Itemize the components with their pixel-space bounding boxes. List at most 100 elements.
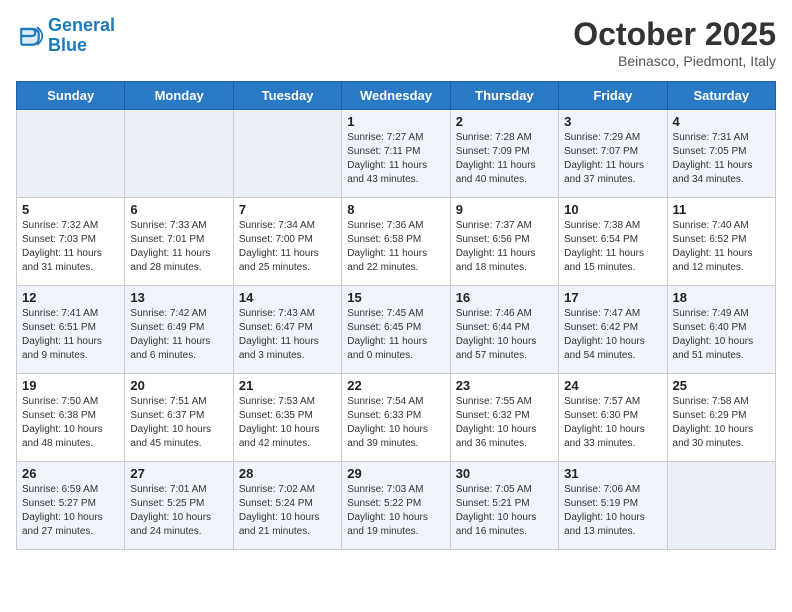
calendar-cell: 1Sunrise: 7:27 AM Sunset: 7:11 PM Daylig… (342, 110, 450, 198)
logo: General Blue (16, 16, 115, 56)
day-number: 27 (130, 466, 227, 481)
calendar-cell: 26 Sunrise: 6:59 AM Sunset: 5:27 PM Dayli… (17, 462, 125, 550)
day-number: 5 (22, 202, 119, 217)
calendar-cell: 8 Sunrise: 7:36 AM Sunset: 6:58 PM Daylig… (342, 198, 450, 286)
day-number: 4 (673, 114, 770, 129)
calendar-cell: 23Sunrise: 7:55 AM Sunset: 6:32 PM Dayli… (450, 374, 558, 462)
day-number: 24 (564, 378, 661, 393)
calendar-cell: 28Sunrise: 7:02 AM Sunset: 5:24 PM Dayli… (233, 462, 341, 550)
calendar-week-row: 12 Sunrise: 7:41 AM Sunset: 6:51 PM Dayli… (17, 286, 776, 374)
calendar-cell: 10Sunrise: 7:38 AM Sunset: 6:54 PM Dayli… (559, 198, 667, 286)
day-number: 19 (22, 378, 119, 393)
calendar-cell: 21 Sunrise: 7:53 AM Sunset: 6:35 PM Dayli… (233, 374, 341, 462)
calendar-cell: 4Sunrise: 7:31 AM Sunset: 7:05 PM Daylig… (667, 110, 775, 198)
day-number: 31 (564, 466, 661, 481)
day-info: Sunrise: 7:34 AM Sunset: 7:00 PM Dayligh… (239, 219, 336, 275)
day-info: Sunrise: 6:59 AM Sunset: 5:27 PM Dayligh… (22, 483, 119, 539)
calendar-cell: 15 Sunrise: 7:45 AM Sunset: 6:45 PM Dayli… (342, 286, 450, 374)
calendar-cell: 31 Sunrise: 7:06 AM Sunset: 5:19 PM Dayli… (559, 462, 667, 550)
day-info: Sunrise: 7:37 AM Sunset: 6:56 PM Dayligh… (456, 219, 553, 275)
page-header: General Blue October 2025 Beinasco, Pied… (16, 16, 776, 69)
day-info: Sunrise: 7:45 AM Sunset: 6:45 PM Dayligh… (347, 307, 444, 363)
calendar-cell: 30 Sunrise: 7:05 AM Sunset: 5:21 PM Dayli… (450, 462, 558, 550)
weekday-header-row: SundayMondayTuesdayWednesdayThursdayFrid… (17, 82, 776, 110)
day-info: Sunrise: 7:42 AM Sunset: 6:49 PM Dayligh… (130, 307, 227, 363)
weekday-header: Thursday (450, 82, 558, 110)
weekday-header: Sunday (17, 82, 125, 110)
month-title: October 2025 (573, 16, 776, 53)
day-info: Sunrise: 7:49 AM Sunset: 6:40 PM Dayligh… (673, 307, 770, 363)
day-info: Sunrise: 7:05 AM Sunset: 5:21 PM Dayligh… (456, 483, 553, 539)
calendar-table: SundayMondayTuesdayWednesdayThursdayFrid… (16, 81, 776, 550)
calendar-cell: 18Sunrise: 7:49 AM Sunset: 6:40 PM Dayli… (667, 286, 775, 374)
day-number: 26 (22, 466, 119, 481)
weekday-header: Wednesday (342, 82, 450, 110)
day-number: 30 (456, 466, 553, 481)
day-info: Sunrise: 7:01 AM Sunset: 5:25 PM Dayligh… (130, 483, 227, 539)
day-info: Sunrise: 7:51 AM Sunset: 6:37 PM Dayligh… (130, 395, 227, 451)
calendar-cell: 6Sunrise: 7:33 AM Sunset: 7:01 PM Daylig… (125, 198, 233, 286)
day-info: Sunrise: 7:27 AM Sunset: 7:11 PM Dayligh… (347, 131, 444, 187)
calendar-cell: 9Sunrise: 7:37 AM Sunset: 6:56 PM Daylig… (450, 198, 558, 286)
location: Beinasco, Piedmont, Italy (573, 53, 776, 69)
day-number: 12 (22, 290, 119, 305)
day-info: Sunrise: 7:40 AM Sunset: 6:52 PM Dayligh… (673, 219, 770, 275)
calendar-cell (233, 110, 341, 198)
day-info: Sunrise: 7:46 AM Sunset: 6:44 PM Dayligh… (456, 307, 553, 363)
day-number: 16 (456, 290, 553, 305)
day-info: Sunrise: 7:53 AM Sunset: 6:35 PM Dayligh… (239, 395, 336, 451)
day-number: 10 (564, 202, 661, 217)
day-info: Sunrise: 7:06 AM Sunset: 5:19 PM Dayligh… (564, 483, 661, 539)
day-number: 8 (347, 202, 444, 217)
calendar-week-row: 5 Sunrise: 7:32 AM Sunset: 7:03 PM Daylig… (17, 198, 776, 286)
calendar-cell: 3 Sunrise: 7:29 AM Sunset: 7:07 PM Daylig… (559, 110, 667, 198)
day-number: 23 (456, 378, 553, 393)
title-block: October 2025 Beinasco, Piedmont, Italy (573, 16, 776, 69)
calendar-cell: 11 Sunrise: 7:40 AM Sunset: 6:52 PM Dayli… (667, 198, 775, 286)
weekday-header: Saturday (667, 82, 775, 110)
day-number: 14 (239, 290, 336, 305)
day-number: 28 (239, 466, 336, 481)
day-number: 15 (347, 290, 444, 305)
day-number: 17 (564, 290, 661, 305)
calendar-cell: 2 Sunrise: 7:28 AM Sunset: 7:09 PM Daylig… (450, 110, 558, 198)
day-number: 2 (456, 114, 553, 129)
day-info: Sunrise: 7:32 AM Sunset: 7:03 PM Dayligh… (22, 219, 119, 275)
day-info: Sunrise: 7:36 AM Sunset: 6:58 PM Dayligh… (347, 219, 444, 275)
calendar-cell: 16 Sunrise: 7:46 AM Sunset: 6:44 PM Dayli… (450, 286, 558, 374)
day-number: 11 (673, 202, 770, 217)
day-number: 13 (130, 290, 227, 305)
calendar-cell: 24 Sunrise: 7:57 AM Sunset: 6:30 PM Dayli… (559, 374, 667, 462)
calendar-cell: 14Sunrise: 7:43 AM Sunset: 6:47 PM Dayli… (233, 286, 341, 374)
day-number: 21 (239, 378, 336, 393)
calendar-week-row: 19 Sunrise: 7:50 AM Sunset: 6:38 PM Dayli… (17, 374, 776, 462)
calendar-cell: 29Sunrise: 7:03 AM Sunset: 5:22 PM Dayli… (342, 462, 450, 550)
day-info: Sunrise: 7:03 AM Sunset: 5:22 PM Dayligh… (347, 483, 444, 539)
logo-line1: General (48, 15, 115, 35)
logo-line2: Blue (48, 35, 87, 55)
calendar-cell: 19 Sunrise: 7:50 AM Sunset: 6:38 PM Dayli… (17, 374, 125, 462)
day-info: Sunrise: 7:28 AM Sunset: 7:09 PM Dayligh… (456, 131, 553, 187)
calendar-cell (17, 110, 125, 198)
calendar-cell: 22Sunrise: 7:54 AM Sunset: 6:33 PM Dayli… (342, 374, 450, 462)
calendar-cell: 5 Sunrise: 7:32 AM Sunset: 7:03 PM Daylig… (17, 198, 125, 286)
day-info: Sunrise: 7:33 AM Sunset: 7:01 PM Dayligh… (130, 219, 227, 275)
weekday-header: Monday (125, 82, 233, 110)
day-number: 25 (673, 378, 770, 393)
calendar-cell: 13 Sunrise: 7:42 AM Sunset: 6:49 PM Dayli… (125, 286, 233, 374)
day-number: 22 (347, 378, 444, 393)
day-info: Sunrise: 7:47 AM Sunset: 6:42 PM Dayligh… (564, 307, 661, 363)
logo-icon (16, 22, 44, 50)
day-info: Sunrise: 7:41 AM Sunset: 6:51 PM Dayligh… (22, 307, 119, 363)
calendar-cell (125, 110, 233, 198)
calendar-week-row: 26 Sunrise: 6:59 AM Sunset: 5:27 PM Dayli… (17, 462, 776, 550)
day-info: Sunrise: 7:57 AM Sunset: 6:30 PM Dayligh… (564, 395, 661, 451)
day-number: 3 (564, 114, 661, 129)
calendar-cell: 27 Sunrise: 7:01 AM Sunset: 5:25 PM Dayli… (125, 462, 233, 550)
calendar-cell (667, 462, 775, 550)
weekday-header: Tuesday (233, 82, 341, 110)
day-info: Sunrise: 7:50 AM Sunset: 6:38 PM Dayligh… (22, 395, 119, 451)
calendar-cell: 7 Sunrise: 7:34 AM Sunset: 7:00 PM Daylig… (233, 198, 341, 286)
day-number: 7 (239, 202, 336, 217)
day-info: Sunrise: 7:29 AM Sunset: 7:07 PM Dayligh… (564, 131, 661, 187)
